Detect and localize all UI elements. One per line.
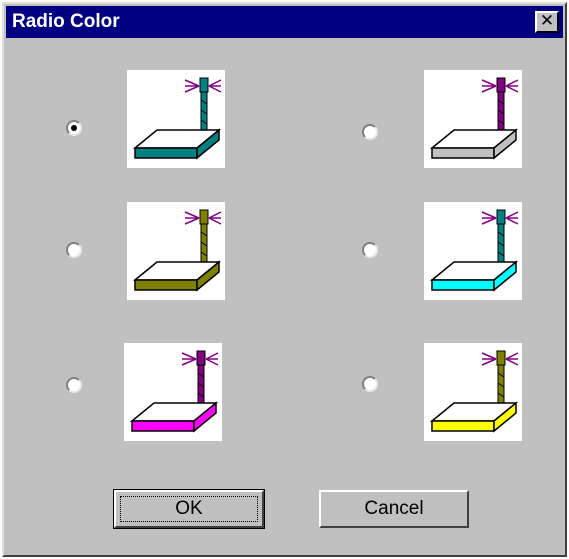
focus-rectangle: [120, 496, 258, 522]
title-bar: Radio Color ✕: [6, 6, 563, 38]
radio-olive-icon: [132, 209, 222, 292]
radio-teal-icon: [132, 77, 222, 160]
option-1-tile[interactable]: [424, 70, 522, 168]
option-4-radio[interactable]: [66, 377, 82, 393]
radio-yellow-icon: [429, 350, 519, 433]
close-button[interactable]: ✕: [535, 11, 559, 33]
cancel-button[interactable]: Cancel: [319, 490, 469, 528]
option-5-tile[interactable]: [424, 343, 522, 441]
option-0-tile[interactable]: [127, 70, 225, 168]
option-2-tile[interactable]: [127, 202, 225, 300]
option-1-radio[interactable]: [362, 124, 378, 140]
option-3-tile[interactable]: [424, 202, 522, 300]
option-3-radio[interactable]: [362, 242, 378, 258]
radio-cyan-icon: [429, 209, 519, 292]
radio-selected-dot: [71, 125, 77, 131]
ok-button[interactable]: OK: [113, 489, 265, 529]
option-5-radio[interactable]: [362, 376, 378, 392]
option-4-tile[interactable]: [124, 343, 222, 441]
radio-magenta-icon: [129, 350, 219, 433]
option-2-radio[interactable]: [66, 242, 82, 258]
radio-gray-icon: [429, 77, 519, 160]
dialog-title: Radio Color: [12, 11, 120, 32]
radio-color-dialog: Radio Color ✕ OK Cancel: [2, 2, 567, 557]
close-icon: ✕: [539, 11, 555, 31]
option-0-radio[interactable]: [66, 120, 82, 136]
cancel-button-label: Cancel: [364, 498, 424, 519]
